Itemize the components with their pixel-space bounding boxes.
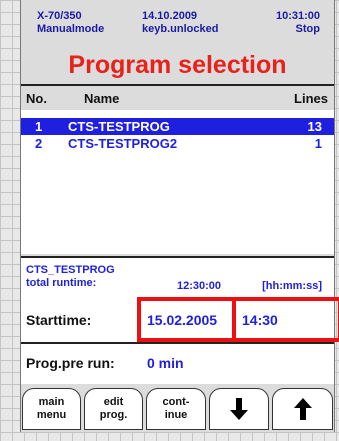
table-header: No. Name Lines: [21, 84, 334, 112]
row-name: CTS-TESTPROG2: [68, 136, 178, 151]
date-label: 14.10.2009: [142, 10, 198, 22]
runtime-label: total runtime:: [26, 277, 97, 289]
scroll-up-button[interactable]: [272, 388, 333, 430]
header-no: No.: [26, 91, 47, 106]
starttime-label: Starttime:: [26, 312, 92, 328]
runtime-unit: [hh:mm:ss]: [262, 280, 322, 292]
continue-button[interactable]: cont- inue: [146, 388, 206, 430]
status-bar: X-70/350 Manualmode 14.10.2009 keyb.unlo…: [21, 0, 334, 40]
program-row-1[interactable]: 1 CTS-TESTPROG 13: [21, 118, 334, 135]
machine-state: Stop: [295, 23, 320, 35]
button-label-line2: prog.: [99, 409, 128, 421]
mode-label: Manualmode: [37, 23, 105, 35]
program-info: CTS_TESTPROG total runtime: 12:30:00 [hh…: [21, 256, 334, 299]
row-lines: 13: [307, 119, 322, 134]
program-list[interactable]: 1 CTS-TESTPROG 13 2 CTS-TESTPROG2 1: [21, 110, 334, 254]
keyboard-status: keyb.unlocked: [142, 23, 219, 35]
row-name: CTS-TESTPROG: [68, 119, 170, 134]
button-label-line1: main: [38, 396, 65, 408]
prerun-value: 0 min: [147, 355, 184, 371]
page-title: Program selection: [68, 51, 287, 79]
row-no: 2: [35, 136, 43, 151]
button-label-line1: cont-: [162, 396, 190, 408]
start-time-field[interactable]: 14:30: [232, 297, 339, 342]
machine-id: X-70/350: [37, 10, 82, 22]
button-label-line1: edit: [103, 396, 124, 408]
button-label-line2: inue: [164, 409, 188, 421]
header-name: Name: [84, 91, 120, 106]
prerun-row: Prog.pre run: 0 min: [21, 344, 334, 384]
hmi-panel: X-70/350 Manualmode 14.10.2009 keyb.unlo…: [20, 0, 339, 432]
info-program-name: CTS_TESTPROG: [26, 264, 115, 276]
arrow-down-icon: [230, 398, 248, 420]
arrow-up-icon: [293, 398, 312, 420]
prerun-label: Prog.pre run:: [26, 355, 115, 371]
button-label-line2: menu: [36, 409, 67, 421]
start-time-value: 14:30: [242, 312, 278, 328]
start-date-value: 15.02.2005: [147, 312, 218, 328]
scroll-down-button[interactable]: [209, 388, 269, 430]
time-label: 10:31:00: [275, 10, 320, 22]
runtime-value: 12:30:00: [177, 280, 222, 292]
row-no: 1: [35, 119, 43, 134]
edit-program-button[interactable]: edit prog.: [84, 388, 143, 430]
program-row-2[interactable]: 2 CTS-TESTPROG2 1: [21, 135, 334, 152]
start-date-field[interactable]: 15.02.2005: [137, 297, 236, 342]
starttime-row: Starttime: 15.02.2005 14:30: [21, 297, 339, 344]
row-lines: 1: [314, 136, 322, 151]
main-menu-button[interactable]: main menu: [22, 388, 81, 430]
header-lines: Lines: [294, 91, 328, 106]
